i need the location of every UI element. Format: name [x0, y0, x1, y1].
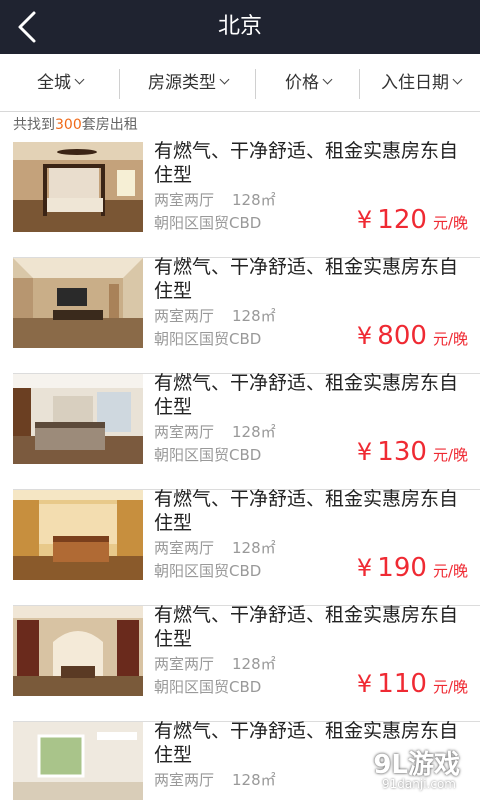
listing-specs: 两室两厅 128㎡	[154, 654, 276, 674]
listing-price: ¥ 800 元/晚	[357, 320, 468, 355]
listing-specs: 两室两厅 128㎡	[154, 190, 276, 210]
watermark-logo: 9L游戏	[373, 750, 460, 780]
nav-bar: 北京	[0, 0, 480, 54]
filter-house-type[interactable]: 房源类型	[120, 54, 256, 112]
price-amount: 120	[377, 205, 427, 235]
chevron-down-icon	[219, 74, 230, 85]
chevron-down-icon	[322, 74, 333, 85]
filter-city-label: 全城	[37, 73, 71, 93]
listing-item[interactable]: 有燃气、干净舒适、租金实惠房东自住型 两室两厅 128㎡ 朝阳区国贸CBD ¥ 1…	[0, 604, 480, 722]
listing-price: ¥ 130 元/晚	[357, 436, 468, 471]
listing-photo	[13, 374, 143, 464]
listing-photo	[13, 490, 143, 580]
listing-title: 有燃气、干净舒适、租金实惠房东自住型	[154, 256, 459, 302]
listing-photo	[13, 606, 143, 696]
listing-title: 有燃气、干净舒适、租金实惠房东自住型	[154, 140, 459, 186]
filter-divider	[359, 69, 360, 99]
listing-item[interactable]: 有燃气、干净舒适、租金实惠房东自住型 两室两厅 128㎡ 朝阳区国贸CBD ¥ 1…	[0, 488, 480, 606]
result-count-prefix: 共找到	[13, 117, 55, 133]
listing-price: ¥ 120 元/晚	[357, 204, 468, 239]
filter-bar: 全城 房源类型 价格 入住日期	[0, 54, 480, 112]
price-unit: 元/晚	[432, 678, 468, 696]
filter-checkin-date-label: 入住日期	[381, 73, 449, 93]
chevron-down-icon	[74, 74, 85, 85]
listing-rooms: 两室两厅	[154, 655, 215, 673]
result-count-suffix: 套房出租	[81, 117, 138, 133]
price-amount: 190	[377, 553, 427, 583]
price-amount: 110	[377, 669, 427, 699]
filter-house-type-label: 房源类型	[148, 73, 216, 93]
watermark-site: 91danji.com	[382, 777, 456, 791]
listing-title: 有燃气、干净舒适、租金实惠房东自住型	[154, 372, 459, 418]
listing-area: 128㎡	[232, 771, 276, 789]
listing-title: 有燃气、干净舒适、租金实惠房东自住型	[154, 488, 459, 534]
listing-price: ¥ 190 元/晚	[357, 552, 468, 587]
price-unit: 元/晚	[432, 446, 468, 464]
listing-price: ¥ 110 元/晚	[357, 668, 468, 703]
listing-location: 朝阳区国贸CBD	[154, 678, 262, 696]
filter-price[interactable]: 价格	[256, 54, 360, 112]
result-count: 共找到300套房出租	[13, 116, 138, 134]
listing-area: 128㎡	[232, 539, 276, 557]
filter-price-label: 价格	[285, 73, 319, 93]
listing-specs: 两室两厅 128㎡	[154, 422, 276, 442]
price-amount: 130	[377, 437, 427, 467]
listing-area: 128㎡	[232, 307, 276, 325]
listing-area: 128㎡	[232, 191, 276, 209]
listing-rooms: 两室两厅	[154, 191, 215, 209]
listing-item[interactable]: 有燃气、干净舒适、租金实惠房东自住型 两室两厅 128㎡ 朝阳区国贸CBD ¥ 1…	[0, 140, 480, 258]
listing-photo	[13, 142, 143, 232]
page-title: 北京	[217, 14, 262, 39]
listing-rooms: 两室两厅	[154, 539, 215, 557]
listing-location: 朝阳区国贸CBD	[154, 446, 262, 464]
price-currency: ¥	[356, 438, 373, 466]
listing-specs: 两室两厅 128㎡	[154, 306, 276, 326]
result-count-number: 300	[55, 117, 82, 133]
listing-rooms: 两室两厅	[154, 771, 215, 789]
listing-title: 有燃气、干净舒适、租金实惠房东自住型	[154, 604, 459, 650]
listing-location: 朝阳区国贸CBD	[154, 214, 262, 232]
price-currency: ¥	[356, 670, 373, 698]
listing-photo	[13, 258, 143, 348]
filter-city[interactable]: 全城	[0, 54, 120, 112]
listing-item[interactable]: 有燃气、干净舒适、租金实惠房东自住型 两室两厅 128㎡ 朝阳区国贸CBD ¥ 8…	[0, 256, 480, 374]
listing-rooms: 两室两厅	[154, 307, 215, 325]
price-unit: 元/晚	[432, 330, 468, 348]
price-unit: 元/晚	[432, 562, 468, 580]
price-currency: ¥	[356, 554, 373, 582]
listing-photo	[13, 722, 143, 800]
price-amount: 800	[377, 321, 427, 351]
filter-checkin-date[interactable]: 入住日期	[362, 54, 480, 112]
price-currency: ¥	[356, 322, 373, 350]
listing-location: 朝阳区国贸CBD	[154, 562, 262, 580]
price-unit: 元/晚	[432, 214, 468, 232]
price-currency: ¥	[356, 206, 373, 234]
listing-area: 128㎡	[232, 423, 276, 441]
watermark: 9L游戏 91danji.com	[358, 742, 470, 794]
listing-specs: 两室两厅 128㎡	[154, 538, 276, 558]
listing-rooms: 两室两厅	[154, 423, 215, 441]
chevron-down-icon	[452, 74, 463, 85]
listing-location: 朝阳区国贸CBD	[154, 330, 262, 348]
listing-area: 128㎡	[232, 655, 276, 673]
listing-item[interactable]: 有燃气、干净舒适、租金实惠房东自住型 两室两厅 128㎡ 朝阳区国贸CBD ¥ 1…	[0, 372, 480, 490]
listing-specs: 两室两厅 128㎡	[154, 770, 276, 790]
